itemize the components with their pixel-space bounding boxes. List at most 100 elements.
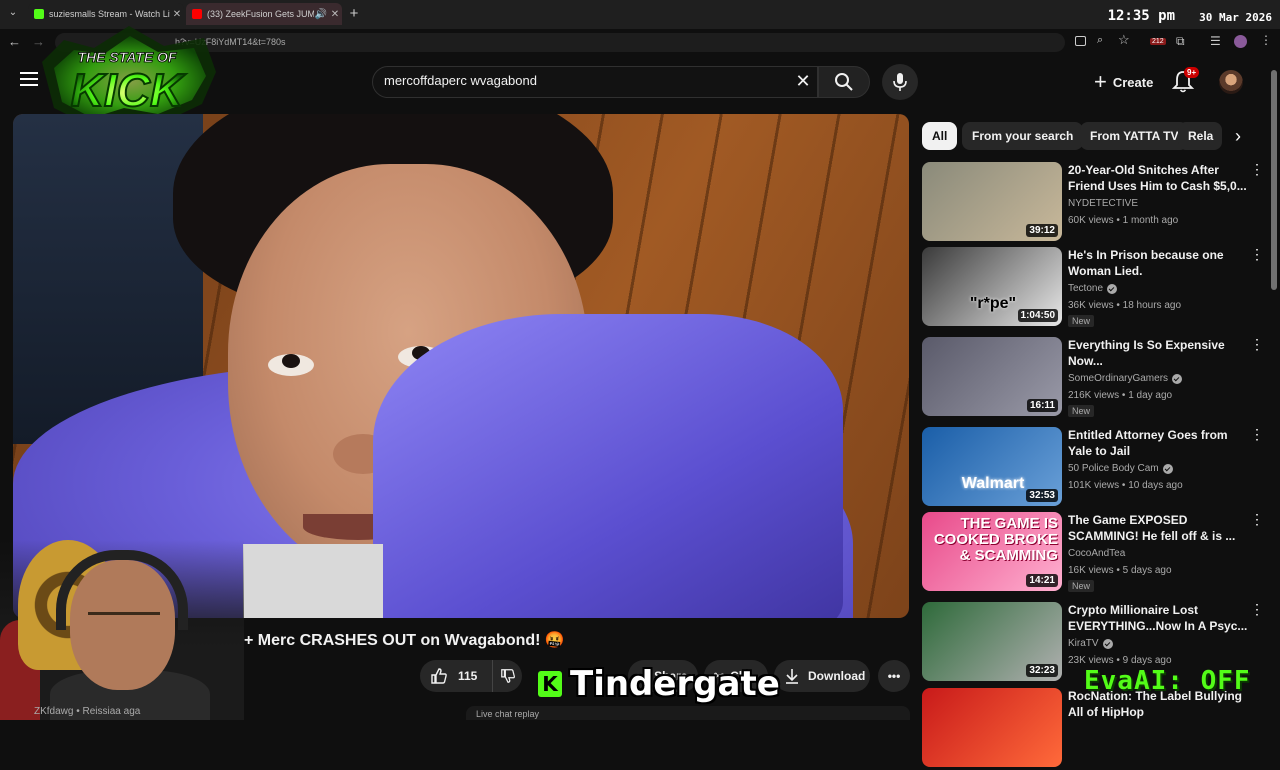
search-input-value: mercoffdaperc wvagabond [384, 73, 537, 88]
chip-from-your-search[interactable]: From your search [962, 122, 1084, 150]
browser-menu-icon[interactable]: ⋮ [1260, 33, 1272, 47]
like-button[interactable]: 115 [420, 660, 492, 692]
verified-check-icon [1172, 373, 1183, 384]
video-title: + Merc CRASHES OUT on Wvagabond! 🤬 [244, 632, 565, 649]
search-button[interactable] [818, 66, 870, 98]
video-title[interactable]: Everything Is So Expensive Now... [1068, 337, 1248, 369]
search-icon [835, 73, 853, 91]
recommended-video[interactable]: 39:12 20-Year-Old Snitches After Friend U… [922, 162, 1264, 244]
channel-name[interactable]: KiraTV [1068, 638, 1113, 649]
video-title[interactable]: Crypto Millionaire Lost EVERYTHING...Now… [1068, 602, 1248, 634]
new-tab-button[interactable]: + [346, 5, 362, 22]
video-thumbnail[interactable]: 39:12 [922, 162, 1062, 241]
verified-check-icon [1107, 283, 1118, 294]
video-meta: 101K views • 10 days ago [1068, 480, 1183, 491]
download-button[interactable]: Download [774, 660, 870, 692]
more-options-icon[interactable]: ⋮ [1250, 247, 1264, 267]
recommended-video[interactable]: 16:11 Everything Is So Expensive Now... So… [922, 337, 1264, 419]
video-thumbnail[interactable]: Walmart 32:53 [922, 427, 1062, 506]
reading-list-icon[interactable]: ☰ [1210, 34, 1221, 48]
streamer-webcam [0, 540, 244, 720]
tindergate-label: Tindergate [570, 664, 780, 704]
more-options-icon[interactable]: ⋮ [1250, 512, 1264, 532]
video-frame-shirt [243, 544, 383, 618]
channel-label: 50 Police Body Cam [1068, 463, 1159, 474]
more-options-icon[interactable]: ⋮ [1250, 162, 1264, 182]
back-icon[interactable]: ← [8, 34, 21, 49]
recommended-video[interactable]: Walmart 32:53 Entitled Attorney Goes from … [922, 427, 1264, 509]
channel-info: ZKfdawg • Reissiaa aga [34, 706, 141, 717]
video-title[interactable]: Entitled Attorney Goes from Yale to Jail [1068, 427, 1248, 459]
video-title[interactable]: He's In Prison because one Woman Lied. [1068, 247, 1248, 279]
channel-name[interactable]: 50 Police Body Cam [1068, 463, 1173, 474]
clear-search-icon[interactable]: ✕ [794, 71, 812, 92]
zoom-icon[interactable]: ⌕ [1097, 34, 1103, 47]
video-thumbnail[interactable] [922, 688, 1062, 767]
create-button[interactable]: + Create [1084, 66, 1163, 98]
scrollbar-thumb[interactable] [1271, 70, 1277, 290]
extension-badge[interactable]: 212 [1150, 38, 1166, 45]
dislike-button[interactable] [492, 660, 522, 692]
plus-icon: + [1094, 69, 1107, 94]
video-thumbnail[interactable]: 32:23 [922, 602, 1062, 681]
channel-label: CocoAndTea [1068, 548, 1126, 559]
chip-related[interactable]: Rela [1178, 122, 1222, 150]
recommended-video[interactable]: "r*pe" 1:04:50 He's In Prison because one … [922, 247, 1264, 329]
channel-label: Tectone [1068, 283, 1104, 294]
more-options-icon[interactable]: ⋮ [1250, 427, 1264, 447]
install-app-icon[interactable] [1075, 36, 1086, 46]
video-title[interactable]: The Game EXPOSED SCAMMING! He fell off &… [1068, 512, 1248, 544]
download-icon [786, 669, 798, 684]
video-meta: 36K views • 18 hours ago [1068, 300, 1182, 311]
bookmark-star-icon[interactable]: ☆ [1118, 32, 1130, 48]
logo-line1: THE STATE OF [77, 49, 176, 65]
video-thumbnail[interactable]: THE GAME IS COOKED BROKE & SCAMMING 14:21 [922, 512, 1062, 591]
video-meta: 23K views • 9 days ago [1068, 655, 1172, 666]
channel-label: KiraTV [1068, 638, 1099, 649]
new-badge: New [1068, 405, 1095, 417]
video-duration: 32:53 [1026, 489, 1058, 502]
channel-name[interactable]: Tectone [1068, 283, 1118, 294]
video-meta: 216K views • 1 day ago [1068, 390, 1173, 401]
video-duration: 39:12 [1026, 224, 1058, 237]
verified-check-icon [1102, 638, 1113, 649]
close-tab-icon[interactable]: ✕ [328, 9, 342, 20]
video-thumbnail[interactable]: 16:11 [922, 337, 1062, 416]
account-avatar[interactable] [1219, 70, 1243, 94]
close-tab-icon[interactable]: ✕ [170, 9, 184, 20]
video-duration: 16:11 [1026, 399, 1058, 412]
more-options-icon[interactable]: ⋮ [1250, 602, 1264, 622]
voice-search-button[interactable] [882, 64, 918, 100]
chevron-right-icon[interactable]: › [1224, 122, 1252, 150]
thumbs-down-icon [500, 669, 515, 683]
verified-check-icon [1162, 463, 1173, 474]
more-options-icon[interactable]: ⋮ [1250, 337, 1264, 357]
chip-from-yatta-tv[interactable]: From YATTA TV [1080, 122, 1189, 150]
channel-name[interactable]: SomeOrdinaryGamers [1068, 373, 1183, 384]
more-actions-button[interactable]: ••• [878, 660, 910, 692]
video-duration: 32:23 [1026, 664, 1058, 677]
video-frame-collar [373, 314, 843, 618]
tab-label: suziesmalls Stream - Watch Live [49, 9, 170, 19]
more-dots-icon: ••• [887, 669, 901, 683]
chip-all[interactable]: All [922, 122, 958, 150]
profile-avatar-icon[interactable] [1234, 35, 1247, 48]
channel-name[interactable]: CocoAndTea [1068, 548, 1125, 559]
scrollbar[interactable] [1270, 62, 1278, 720]
extensions-icon[interactable]: ⧉ [1176, 34, 1185, 49]
recommended-video[interactable]: RocNation: The Label Bullying All of Hip… [922, 688, 1264, 770]
channel-name[interactable]: NYDETECTIVE [1068, 198, 1138, 209]
evaai-status-overlay: EvaAI: OFF [1084, 666, 1251, 696]
kick-favicon-icon [34, 9, 44, 19]
state-of-kick-logo: THE STATE OF KICK [42, 26, 216, 126]
video-title[interactable]: 20-Year-Old Snitches After Friend Uses H… [1068, 162, 1248, 194]
mute-tab-icon[interactable]: 🔊 [314, 9, 328, 20]
live-chat-replay[interactable]: Live chat replay [466, 706, 910, 720]
video-thumbnail[interactable]: "r*pe" 1:04:50 [922, 247, 1062, 326]
youtube-favicon-icon [192, 9, 202, 19]
video-frame-eye [268, 354, 314, 376]
new-badge: New [1068, 580, 1095, 592]
recommended-video[interactable]: THE GAME IS COOKED BROKE & SCAMMING 14:21… [922, 512, 1264, 594]
tab-list-dropdown-icon[interactable]: ⌄ [6, 7, 20, 21]
date: 30 Mar 2026 [1199, 11, 1272, 24]
